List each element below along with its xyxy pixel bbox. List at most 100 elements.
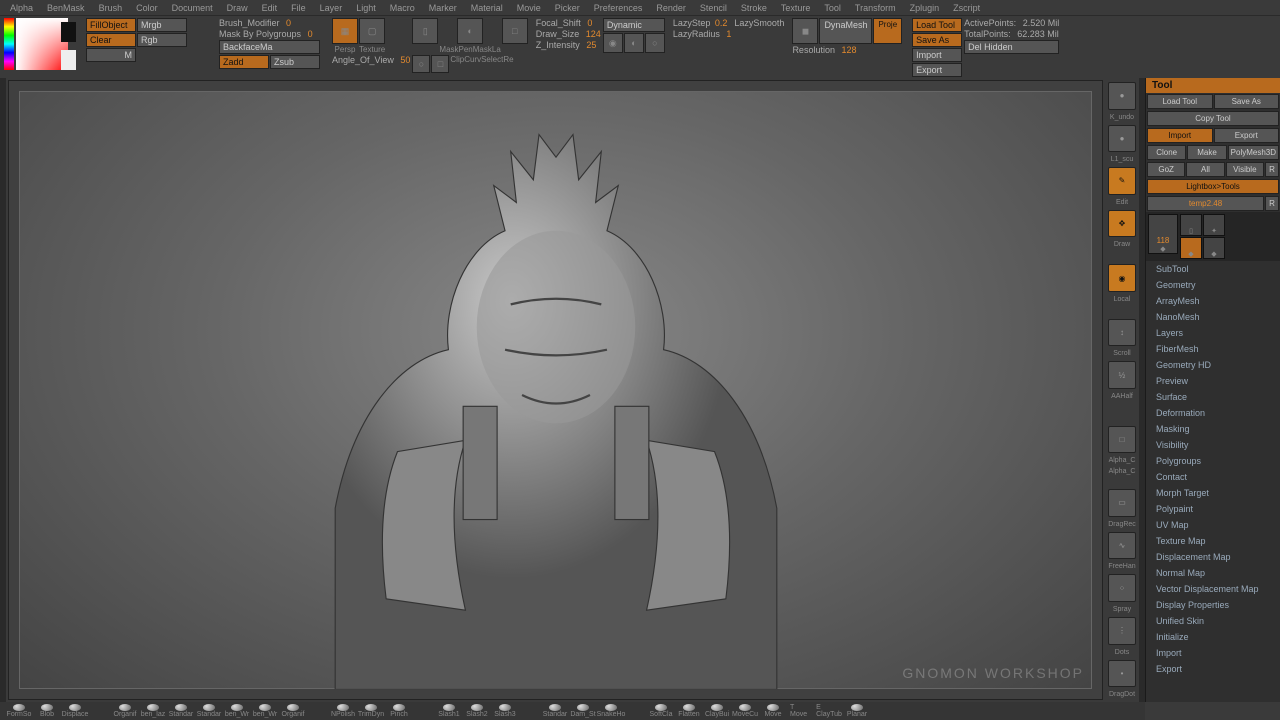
- section-surface[interactable]: Surface: [1146, 389, 1280, 405]
- brush-dam_st[interactable]: Dam_St: [572, 704, 594, 718]
- brush-t move[interactable]: T Move: [790, 704, 812, 718]
- lazystep-label[interactable]: LazyStep: [673, 18, 711, 28]
- section-subtool[interactable]: SubTool: [1146, 261, 1280, 277]
- all-button[interactable]: All: [1186, 162, 1224, 177]
- r2-button[interactable]: R: [1265, 196, 1279, 211]
- rgb-button[interactable]: Rgb: [137, 33, 187, 47]
- import-mini-button[interactable]: Import: [912, 48, 962, 62]
- menu-zscript[interactable]: Zscript: [947, 3, 986, 13]
- spray-icon[interactable]: ⁘: [1108, 574, 1136, 602]
- brush-movecu[interactable]: MoveCu: [734, 704, 756, 718]
- brush-ben_laz[interactable]: ben_laz: [142, 704, 164, 718]
- brush-displace[interactable]: Displace: [64, 704, 86, 718]
- dots-icon[interactable]: ⋮: [1108, 617, 1136, 645]
- brush-npolish[interactable]: NPolish: [332, 704, 354, 718]
- clone-button[interactable]: Clone: [1147, 145, 1186, 160]
- brush-pinch[interactable]: Pinch: [388, 704, 410, 718]
- brush-slash2[interactable]: Slash2: [466, 704, 488, 718]
- brush-organif[interactable]: Organif: [282, 704, 304, 718]
- menu-stroke[interactable]: Stroke: [735, 3, 773, 13]
- loadtool-panel-button[interactable]: Load Tool: [1147, 94, 1213, 109]
- section-export[interactable]: Export: [1146, 661, 1280, 677]
- brushmod-label[interactable]: Brush_Modifier 0: [219, 18, 320, 28]
- brush-formso[interactable]: FormSo: [8, 704, 30, 718]
- dynamesh-thumb-icon[interactable]: ◼: [792, 18, 818, 44]
- brush-softcla[interactable]: SoftCla: [650, 704, 672, 718]
- brush-standar[interactable]: Standar: [198, 704, 220, 718]
- maskpolygroups-label[interactable]: Mask By Polygroups 0: [219, 29, 320, 39]
- local-icon[interactable]: ◉: [1108, 264, 1136, 292]
- polymesh3d-button[interactable]: PolyMesh3D: [1228, 145, 1279, 160]
- clear-button[interactable]: Clear: [86, 33, 136, 47]
- scroll-icon[interactable]: ↕: [1108, 319, 1136, 347]
- menu-light[interactable]: Light: [350, 3, 382, 13]
- lazyradius-label[interactable]: LazyRadius 1: [673, 29, 785, 39]
- l1scu-icon[interactable]: ●: [1108, 125, 1136, 153]
- left-gutter[interactable]: [0, 78, 6, 702]
- menu-color[interactable]: Color: [130, 3, 164, 13]
- menu-brush[interactable]: Brush: [93, 3, 129, 13]
- drawsize-label[interactable]: Draw_Size 124: [536, 29, 601, 39]
- brush-ben_wr[interactable]: ben_Wr: [226, 704, 248, 718]
- resolution-label[interactable]: Resolution 128: [792, 45, 902, 55]
- export-panel-button[interactable]: Export: [1214, 128, 1280, 143]
- color-picker[interactable]: [4, 18, 84, 78]
- menu-render[interactable]: Render: [650, 3, 692, 13]
- thumb-polymesh[interactable]: ✦: [1203, 214, 1225, 236]
- section-deformation[interactable]: Deformation: [1146, 405, 1280, 421]
- brush-snakeho[interactable]: SnakeHo: [600, 704, 622, 718]
- hue-strip[interactable]: [4, 18, 14, 70]
- menu-tool[interactable]: Tool: [818, 3, 847, 13]
- menu-benmask[interactable]: BenMask: [41, 3, 91, 13]
- menu-zplugin[interactable]: Zplugin: [904, 3, 946, 13]
- section-texturemap[interactable]: Texture Map: [1146, 533, 1280, 549]
- section-unifiedskin[interactable]: Unified Skin: [1146, 613, 1280, 629]
- focal-label[interactable]: Focal_Shift 0: [536, 18, 601, 28]
- section-morphtarget[interactable]: Morph Target: [1146, 485, 1280, 501]
- loadtool-button[interactable]: Load Tool: [912, 18, 962, 32]
- dyn-b-icon[interactable]: ◐: [624, 33, 644, 53]
- zsub-button[interactable]: Zsub: [270, 55, 320, 69]
- brush-ben_wr[interactable]: ben_Wr: [254, 704, 276, 718]
- section-nanomesh[interactable]: NanoMesh: [1146, 309, 1280, 325]
- section-polypaint[interactable]: Polypaint: [1146, 501, 1280, 517]
- saveas-button[interactable]: Save As: [912, 33, 962, 47]
- menu-stencil[interactable]: Stencil: [694, 3, 733, 13]
- brush-organif[interactable]: Organif: [114, 704, 136, 718]
- freehan-icon[interactable]: ∿: [1108, 532, 1136, 560]
- section-masking[interactable]: Masking: [1146, 421, 1280, 437]
- menu-picker[interactable]: Picker: [549, 3, 586, 13]
- section-initialize[interactable]: Initialize: [1146, 629, 1280, 645]
- section-normalmap[interactable]: Normal Map: [1146, 565, 1280, 581]
- m-button[interactable]: M: [86, 48, 136, 62]
- clip-icon[interactable]: □: [502, 18, 528, 44]
- section-geometryhd[interactable]: Geometry HD: [1146, 357, 1280, 373]
- clip-b-icon[interactable]: □: [431, 55, 449, 73]
- erase-icon[interactable]: ▯: [412, 18, 438, 44]
- fillobject-button[interactable]: FillObject: [86, 18, 136, 32]
- section-contact[interactable]: Contact: [1146, 469, 1280, 485]
- menu-marker[interactable]: Marker: [423, 3, 463, 13]
- menu-file[interactable]: File: [285, 3, 312, 13]
- thumb-simpleb[interactable]: ◆: [1180, 237, 1202, 259]
- section-visibility[interactable]: Visibility: [1146, 437, 1280, 453]
- menu-texture[interactable]: Texture: [775, 3, 817, 13]
- menu-layer[interactable]: Layer: [314, 3, 349, 13]
- draw-icon[interactable]: ✥: [1108, 210, 1136, 238]
- section-fibermesh[interactable]: FiberMesh: [1146, 341, 1280, 357]
- kundo-icon[interactable]: ●: [1108, 82, 1136, 110]
- saveas-panel-button[interactable]: Save As: [1214, 94, 1280, 109]
- mrgb-button[interactable]: Mrgb: [137, 18, 187, 32]
- menu-movie[interactable]: Movie: [511, 3, 547, 13]
- brush-slash3[interactable]: Slash3: [494, 704, 516, 718]
- proje-button[interactable]: Proje: [873, 18, 902, 44]
- section-preview[interactable]: Preview: [1146, 373, 1280, 389]
- lightbox-button[interactable]: Lightbox>Tools: [1147, 179, 1279, 194]
- dragrec-icon[interactable]: ▭: [1108, 489, 1136, 517]
- thumb-cylinder[interactable]: ▯: [1180, 214, 1202, 236]
- brush-flatten[interactable]: Flatten: [678, 704, 700, 718]
- menu-draw[interactable]: Draw: [221, 3, 254, 13]
- texture-icon[interactable]: ▢: [359, 18, 385, 44]
- aov-label[interactable]: Angle_Of_View 50: [332, 55, 410, 65]
- visible-button[interactable]: Visible: [1226, 162, 1264, 177]
